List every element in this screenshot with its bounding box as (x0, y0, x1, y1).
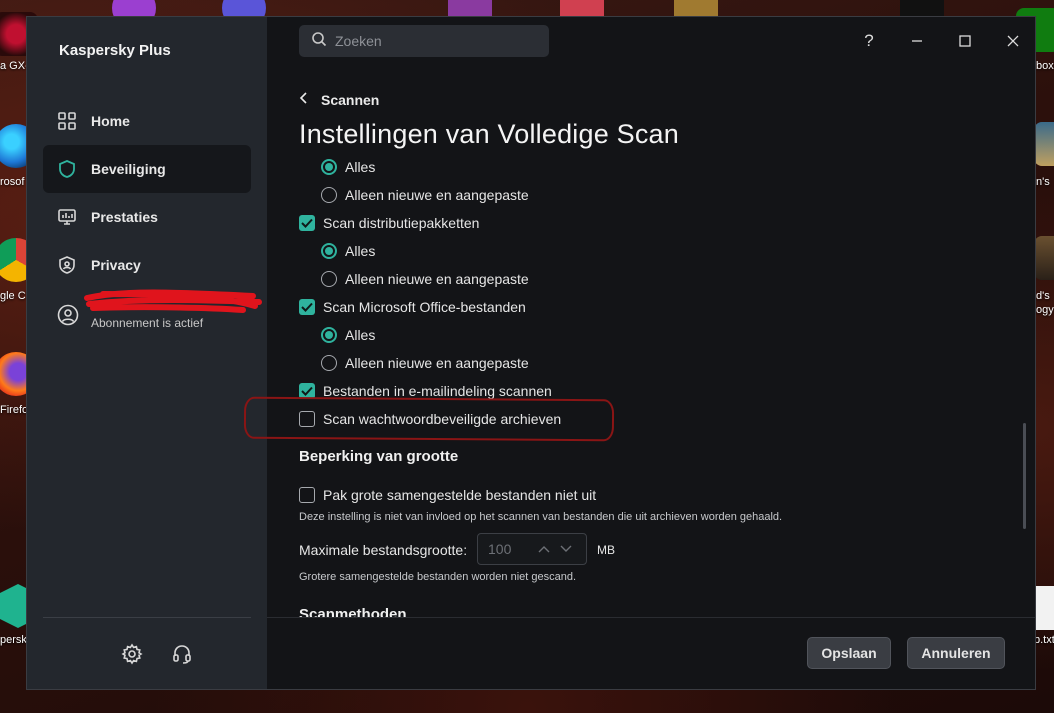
maximize-icon[interactable] (955, 31, 975, 51)
back-to-scannen[interactable]: Scannen (299, 91, 379, 109)
privacy-shield-icon (57, 255, 77, 275)
desktop-icon-game[interactable] (1034, 122, 1054, 166)
chevron-left-icon (299, 91, 309, 109)
redaction-scribble (84, 289, 262, 313)
max-size-hint: Grotere samengestelde bestanden worden n… (299, 571, 577, 583)
desktop-icon-textfile[interactable] (1034, 586, 1054, 630)
chevron-down-icon[interactable] (560, 540, 572, 558)
sidebar-item-prestaties[interactable]: Prestaties (43, 193, 251, 241)
desktop-label: n's (1036, 176, 1050, 188)
home-grid-icon (57, 111, 77, 131)
search-placeholder: Zoeken (335, 33, 382, 49)
radio-button[interactable] (321, 271, 337, 287)
account-entry[interactable]: Abonnement is actief (57, 289, 267, 342)
desktop-label: Firefo (0, 404, 29, 416)
breadcrumb-label: Scannen (321, 92, 380, 108)
sidebar-item-home[interactable]: Home (43, 97, 251, 145)
app-title: Kaspersky Plus (59, 42, 171, 59)
scrollbar-thumb[interactable] (1023, 423, 1026, 529)
sidebar-item-label: Beveiliging (91, 161, 166, 177)
radio-label: Alles (345, 243, 376, 259)
sidebar: Kaspersky Plus Home Beveiliging Prestati… (27, 17, 267, 689)
search-input[interactable]: Zoeken (299, 25, 549, 57)
checkbox[interactable] (299, 487, 315, 503)
sidebar-item-label: Prestaties (91, 209, 158, 225)
checkbox[interactable] (299, 215, 315, 231)
radio-label: Alleen nieuwe en aangepaste (345, 187, 529, 203)
kaspersky-window: Kaspersky Plus Home Beveiliging Prestati… (26, 16, 1036, 690)
divider (43, 617, 251, 618)
sidebar-item-beveiliging[interactable]: Beveiliging (43, 145, 251, 193)
checkbox-label: Scan Microsoft Office-bestanden (323, 299, 526, 315)
checkbox[interactable] (299, 299, 315, 315)
radio-button[interactable] (321, 327, 337, 343)
checkmark-icon (301, 218, 313, 228)
support-headset-icon[interactable] (171, 643, 193, 665)
settings-scroll-area[interactable]: Alles Alleen nieuwe en aangepaste Scan d… (267, 157, 1027, 617)
checkmark-icon (301, 302, 313, 312)
minimize-icon[interactable] (907, 31, 927, 51)
max-size-unit: MB (597, 543, 615, 557)
page-title: Instellingen van Volledige Scan (299, 119, 679, 149)
sidebar-item-label: Privacy (91, 257, 141, 273)
sidebar-item-privacy[interactable]: Privacy (43, 241, 251, 289)
desktop-label: a GX- (0, 60, 29, 72)
sidebar-item-label: Home (91, 113, 130, 129)
radio-button[interactable] (321, 243, 337, 259)
desktop-label: box (1036, 60, 1054, 72)
main-panel: Zoeken ? Scannen Instellingen van Volled… (267, 17, 1035, 689)
desktop-label: persk (0, 634, 27, 646)
desktop-label: rosof (0, 176, 25, 188)
radio-option[interactable]: Alles (321, 157, 375, 177)
desktop-icon-game[interactable] (1034, 236, 1054, 280)
user-avatar-icon (57, 304, 79, 331)
checkmark-icon (301, 386, 313, 396)
radio-label: Alleen nieuwe en aangepaste (345, 271, 529, 287)
save-button[interactable]: Opslaan (807, 637, 891, 669)
max-size-label: Maximale bestandsgrootte: (299, 542, 468, 558)
close-icon[interactable] (1003, 31, 1023, 51)
radio-button[interactable] (321, 159, 337, 175)
help-button[interactable]: ? (859, 31, 879, 51)
radio-option[interactable]: Alleen nieuwe en aangepaste (321, 269, 529, 289)
max-size-value: 100 (488, 541, 512, 557)
annotation-highlight-circle (243, 396, 615, 442)
checkbox-option-unpack[interactable]: Pak grote samengestelde bestanden niet u… (299, 485, 596, 505)
radio-button[interactable] (321, 355, 337, 371)
radio-option[interactable]: Alles (321, 241, 375, 261)
search-icon (311, 31, 327, 52)
cancel-button[interactable]: Annuleren (907, 637, 1005, 669)
unpack-hint: Deze instelling is niet van invloed op h… (299, 511, 783, 523)
checkbox-label: Scan distributiepakketten (323, 215, 480, 231)
checkbox-label: Pak grote samengestelde bestanden niet u… (323, 487, 597, 503)
radio-label: Alles (345, 327, 376, 343)
radio-option[interactable]: Alleen nieuwe en aangepaste (321, 185, 529, 205)
radio-label: Alles (345, 159, 376, 175)
desktop-label: d's (1036, 290, 1050, 302)
chevron-up-icon[interactable] (538, 540, 550, 558)
performance-monitor-icon (57, 207, 77, 227)
checkbox-option[interactable]: Scan Microsoft Office-bestanden (299, 297, 526, 317)
max-size-stepper[interactable]: 100 (477, 533, 587, 565)
radio-button[interactable] (321, 187, 337, 203)
subscription-status: Abonnement is actief (91, 316, 204, 330)
radio-label: Alleen nieuwe en aangepaste (345, 355, 529, 371)
desktop-label: gle C (0, 290, 26, 302)
radio-option[interactable]: Alleen nieuwe en aangepaste (321, 353, 529, 373)
divider (267, 617, 1035, 618)
desktop-label: b.txt (1034, 634, 1054, 646)
radio-option[interactable]: Alles (321, 325, 375, 345)
shield-icon (57, 159, 77, 179)
section-heading-size-limit: Beperking van grootte (299, 448, 459, 465)
desktop-label: ogy (1036, 304, 1054, 316)
settings-gear-icon[interactable] (121, 643, 143, 665)
section-heading-scan-methods: Scanmethoden (299, 606, 407, 617)
checkbox-option[interactable]: Scan distributiepakketten (299, 213, 479, 233)
